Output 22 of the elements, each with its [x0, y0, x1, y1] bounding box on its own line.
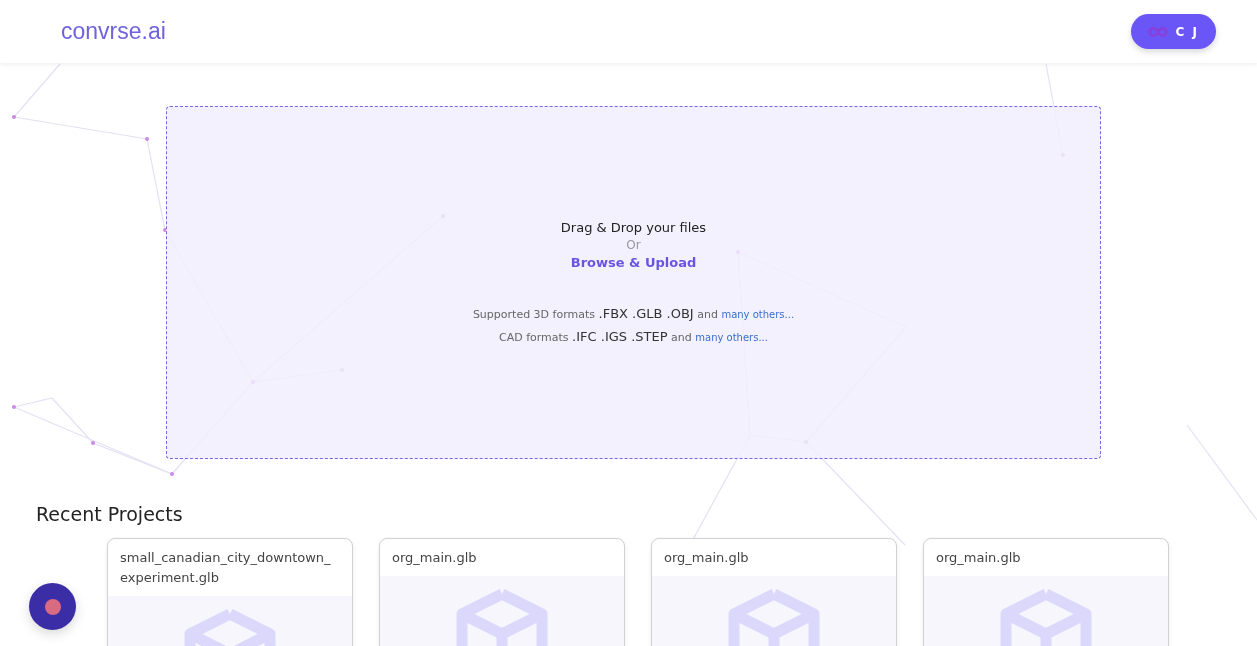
infinity-icon [1147, 26, 1168, 37]
project-card[interactable]: small_canadian_city_downtown_ experiment.glb [107, 538, 353, 646]
file-drop-zone[interactable]: Drag & Drop your files Or Browse & Upload Supported 3D formats .FBX .GLB .OBJ and many others... CAD formats .IFC .IGS .STEP and many others... [166, 106, 1101, 459]
section-heading: Recent Projects [36, 503, 184, 525]
drop-title: Drag & Drop your files [560, 220, 707, 235]
project-card[interactable]: org_main.glb [923, 538, 1169, 646]
supported-formats-text: CAD formats .IFC .IGS .STEP and many others... [499, 329, 768, 344]
dot-icon [44, 598, 61, 615]
project-card[interactable]: org_main.glb [651, 538, 897, 646]
floating-chat-button[interactable] [29, 583, 76, 630]
supported-formats-text: Supported 3D formats .FBX .GLB .OBJ and many others... [472, 306, 795, 321]
or-separator: Or [626, 238, 641, 252]
project-name: small_canadian_city_downtown_ experiment.glb [119, 549, 332, 587]
user-menu-button[interactable]: C J [1130, 14, 1216, 49]
browse-upload-link[interactable]: Browse & Upload [570, 255, 697, 270]
logo[interactable]: convrse.ai [61, 18, 166, 45]
project-name: org_main.glb [391, 549, 478, 567]
project-card[interactable]: org_main.glb [379, 538, 625, 646]
project-name: org_main.glb [935, 549, 1022, 567]
many-others-link[interactable]: many others... [721, 309, 795, 320]
project-name: org_main.glb [663, 549, 750, 567]
many-others-link[interactable]: many others... [695, 332, 768, 343]
